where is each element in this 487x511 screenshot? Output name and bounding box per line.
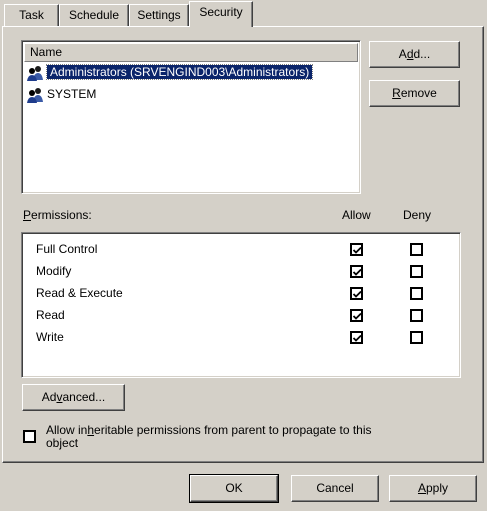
allow-checkbox[interactable]	[350, 331, 363, 344]
permissions-label: Permissions:	[23, 208, 92, 222]
tab-task[interactable]: Task	[4, 4, 59, 26]
permission-name: Modify	[36, 264, 72, 278]
list-item[interactable]: SYSTEM	[26, 85, 96, 103]
inherit-permissions-checkbox[interactable]	[23, 430, 36, 443]
ok-button[interactable]: OK	[189, 474, 279, 503]
list-item-label: Administrators (SRVENGIND003\Administrat…	[45, 64, 314, 80]
add-button[interactable]: Add...	[369, 41, 460, 68]
tab-schedule[interactable]: Schedule	[59, 4, 129, 26]
remove-button[interactable]: Remove	[369, 80, 460, 107]
allow-checkbox[interactable]	[350, 243, 363, 256]
allow-checkbox[interactable]	[350, 265, 363, 278]
deny-header: Deny	[403, 208, 432, 222]
permission-name: Full Control	[36, 242, 98, 256]
permissions-list[interactable]: Full Control Modify Read & Execute Read …	[21, 232, 461, 378]
check-icon	[352, 312, 362, 320]
check-icon	[352, 290, 362, 298]
security-panel: Name Administrators (SRVENGIND003\Admini…	[2, 26, 484, 463]
advanced-button[interactable]: Advanced...	[22, 384, 125, 411]
apply-button[interactable]: Apply	[389, 475, 477, 502]
cancel-button[interactable]: Cancel	[291, 475, 379, 502]
check-icon	[352, 268, 362, 276]
inherit-permissions-label[interactable]: Allow inheritable permissions from paren…	[46, 424, 372, 450]
deny-checkbox[interactable]	[410, 287, 423, 300]
permission-name: Write	[36, 330, 64, 344]
check-icon	[352, 334, 362, 342]
user-group-icon	[26, 65, 46, 81]
tab-settings[interactable]: Settings	[129, 4, 189, 26]
list-item[interactable]: Administrators (SRVENGIND003\Administrat…	[26, 63, 314, 81]
names-list[interactable]: Name Administrators (SRVENGIND003\Admini…	[21, 40, 361, 194]
deny-checkbox[interactable]	[410, 265, 423, 278]
check-icon	[352, 246, 362, 254]
name-column-header[interactable]: Name	[24, 43, 358, 62]
allow-checkbox[interactable]	[350, 309, 363, 322]
permission-name: Read & Execute	[36, 286, 123, 300]
allow-header: Allow	[342, 208, 371, 222]
permission-name: Read	[36, 308, 65, 322]
list-item-label: SYSTEM	[47, 87, 97, 101]
deny-checkbox[interactable]	[410, 309, 423, 322]
user-group-icon	[26, 87, 46, 103]
allow-checkbox[interactable]	[350, 287, 363, 300]
tab-security[interactable]: Security	[189, 1, 253, 27]
deny-checkbox[interactable]	[410, 243, 423, 256]
deny-checkbox[interactable]	[410, 331, 423, 344]
